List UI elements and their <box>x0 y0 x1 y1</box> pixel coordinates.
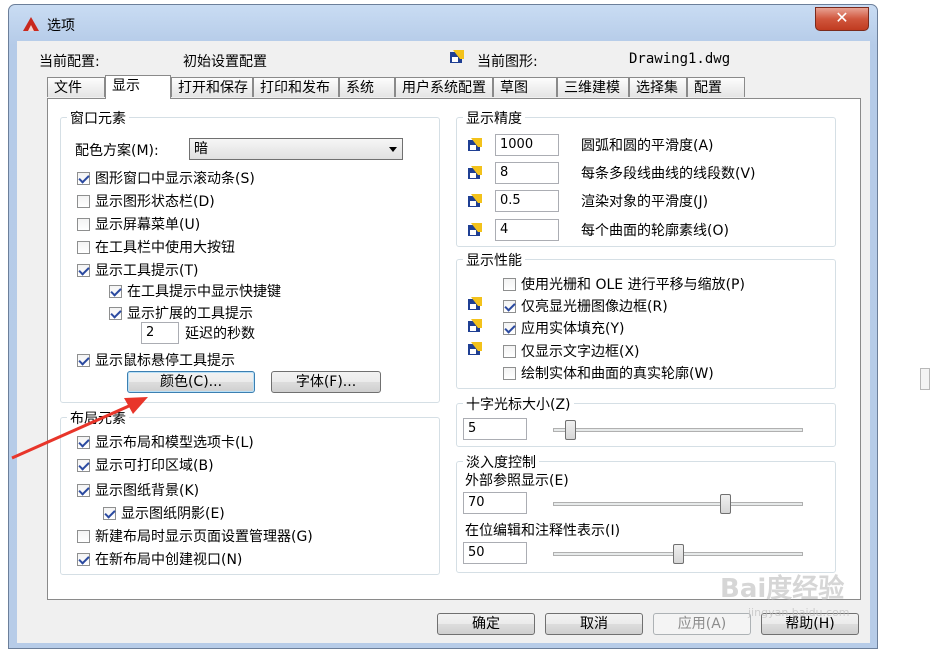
tab-display[interactable]: 显示 <box>105 75 171 99</box>
page-scrollbar-thumb[interactable] <box>920 368 930 390</box>
baidu-watermark: Bai度经验 <box>720 574 845 604</box>
baidu-watermark-url: jingyan.baidu.com <box>748 606 850 619</box>
